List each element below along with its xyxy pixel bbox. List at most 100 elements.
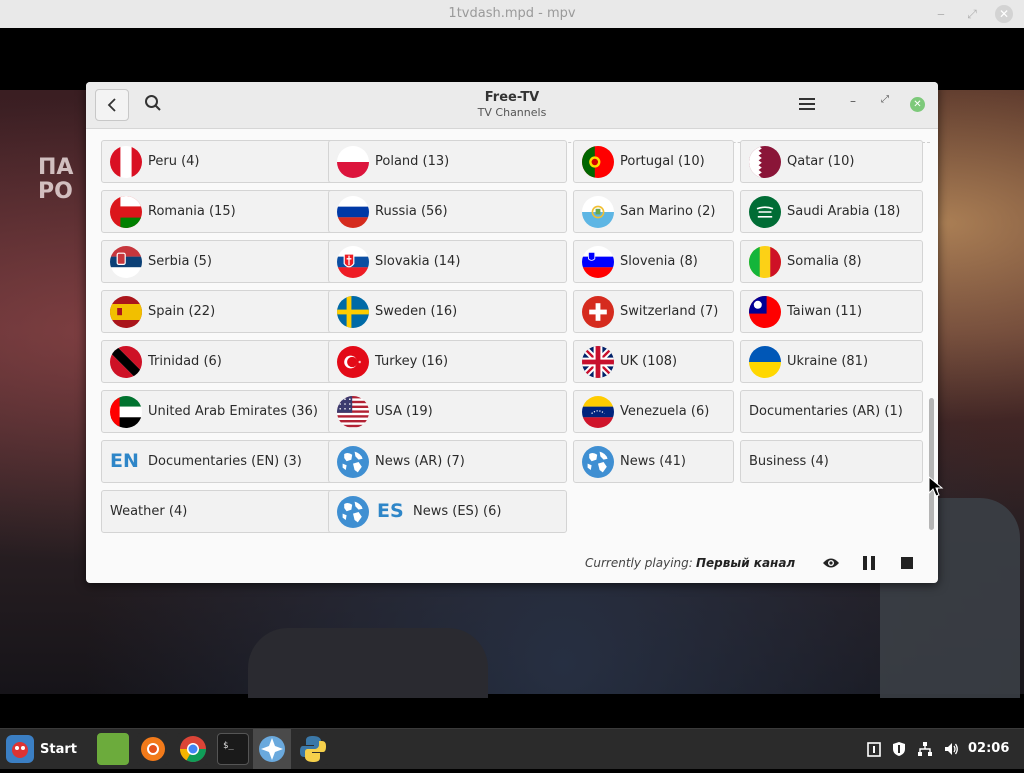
oman-flag-icon — [110, 196, 142, 228]
peru-flag-icon — [110, 146, 142, 178]
channel-card-portugal-10[interactable]: Portugal (10) — [573, 140, 734, 183]
channel-label: Poland (13) — [375, 154, 450, 169]
channel-label: Serbia (5) — [148, 254, 212, 269]
sweden-flag-icon — [337, 296, 369, 328]
channel-card-documentaries-ar-1[interactable]: Documentaries (AR) (1) — [740, 390, 923, 433]
channel-label: Saudi Arabia (18) — [787, 204, 901, 219]
channel-card-slovakia-14[interactable]: Slovakia (14) — [328, 240, 567, 283]
channel-card-poland-13[interactable]: Poland (13) — [328, 140, 567, 183]
video-overlay-line-2: РО — [38, 179, 73, 204]
mpv-window-title: 1tvdash.mpd - mpv — [448, 6, 576, 21]
pause-button[interactable] — [862, 555, 876, 570]
channel-label: Weather (4) — [110, 504, 188, 519]
show-video-button[interactable] — [822, 555, 840, 569]
chrome-icon[interactable] — [177, 733, 209, 765]
start-menu-icon — [6, 735, 34, 763]
channel-card-peru-4[interactable]: Peru (4) — [101, 140, 337, 183]
channel-card-business-4[interactable]: Business (4) — [740, 440, 923, 483]
turkey-flag-icon — [337, 346, 369, 378]
channel-card-romania-15[interactable]: Romania (15) — [101, 190, 337, 233]
video-overlay-line-1: ПА — [38, 155, 74, 180]
file-manager-icon[interactable] — [97, 733, 129, 765]
globe-icon — [582, 446, 614, 478]
player-footer: Currently playing: Первый канал — [86, 542, 938, 583]
serbia-flag-icon — [110, 246, 142, 278]
channel-card-news-ar-7[interactable]: News (AR) (7) — [328, 440, 567, 483]
san-marino-flag-icon — [582, 196, 614, 228]
channel-card-united-arab-emirates-36[interactable]: United Arab Emirates (36) — [101, 390, 337, 433]
channel-label: Somalia (8) — [787, 254, 862, 269]
mpv-icon[interactable] — [253, 729, 291, 769]
video-chair-shape — [248, 628, 488, 698]
clock: 02:06 — [968, 741, 1010, 756]
currently-playing-label: Currently playing: — [585, 556, 693, 570]
channel-card-slovenia-8[interactable]: Slovenia (8) — [573, 240, 734, 283]
terminal-icon[interactable]: $_ — [217, 733, 249, 765]
venezuela-flag-icon — [582, 396, 614, 428]
firefox-icon[interactable] — [137, 733, 169, 765]
channel-card-russia-56[interactable]: Russia (56) — [328, 190, 567, 233]
channel-label: News (41) — [620, 454, 686, 469]
channel-label: Russia (56) — [375, 204, 448, 219]
clipboard-icon[interactable] — [866, 741, 882, 757]
russia-flag-icon — [337, 196, 369, 228]
python-icon[interactable] — [297, 733, 329, 765]
channel-card-venezuela-6[interactable]: Venezuela (6) — [573, 390, 734, 433]
channel-card-somalia-8[interactable]: Somalia (8) — [740, 240, 923, 283]
channel-card-uk-108[interactable]: UK (108) — [573, 340, 734, 383]
globe-icon — [337, 496, 369, 528]
scrollbar-thumb[interactable] — [929, 398, 934, 530]
volume-icon[interactable] — [943, 741, 959, 757]
uk-flag-icon — [582, 346, 614, 378]
channel-card-usa-19[interactable]: USA (19) — [328, 390, 567, 433]
ukraine-flag-icon — [749, 346, 781, 378]
qatar-flag-icon — [749, 146, 781, 178]
channel-card-weather-4[interactable]: Weather (4) — [101, 490, 337, 533]
channel-label: Trinidad (6) — [148, 354, 222, 369]
mpv-close-button[interactable]: ✕ — [995, 5, 1013, 23]
channel-card-news-41[interactable]: News (41) — [573, 440, 734, 483]
channel-label: Peru (4) — [148, 154, 200, 169]
app-maximize-button[interactable]: ⤢ — [878, 94, 892, 112]
channel-card-spain-22[interactable]: Spain (22) — [101, 290, 337, 333]
video-overlay-text: ПА РО — [38, 156, 73, 204]
channel-card-documentaries-en-3[interactable]: EN Documentaries (EN) (3) — [101, 440, 337, 483]
pause-icon — [863, 556, 875, 570]
channel-label: Turkey (16) — [375, 354, 449, 369]
saudi-arabia-flag-icon — [749, 196, 781, 228]
mpv-maximize-button[interactable]: ⤢ — [964, 6, 980, 22]
portugal-flag-icon — [582, 146, 614, 178]
channel-card-sweden-16[interactable]: Sweden (16) — [328, 290, 567, 333]
channel-card-ukraine-81[interactable]: Ukraine (81) — [740, 340, 923, 383]
channel-label: UK (108) — [620, 354, 678, 369]
start-button[interactable]: Start — [4, 732, 80, 766]
channel-card-saudi-arabia-18[interactable]: Saudi Arabia (18) — [740, 190, 923, 233]
svg-text:$_: $_ — [223, 741, 234, 751]
mpv-minimize-button[interactable]: ‒ — [933, 6, 949, 22]
channel-card-trinidad-6[interactable]: Trinidad (6) — [101, 340, 337, 383]
channel-card-taiwan-11[interactable]: Taiwan (11) — [740, 290, 923, 333]
channel-card-switzerland-7[interactable]: Switzerland (7) — [573, 290, 734, 333]
channel-card-qatar-10[interactable]: Qatar (10) — [740, 140, 923, 183]
channel-card-serbia-5[interactable]: Serbia (5) — [101, 240, 337, 283]
app-minimize-button[interactable]: – — [846, 94, 860, 112]
hamburger-menu-button[interactable] — [799, 96, 817, 112]
mpv-titlebar: 1tvdash.mpd - mpv ‒ ⤢ ✕ — [0, 0, 1024, 29]
channel-card-news-es-6[interactable]: ES News (ES) (6) — [328, 490, 567, 533]
slovenia-flag-icon — [582, 246, 614, 278]
channel-label: Business (4) — [749, 454, 829, 469]
network-icon[interactable] — [917, 741, 933, 757]
channel-label: United Arab Emirates (36) — [148, 404, 318, 419]
mouse-cursor-icon — [928, 476, 944, 497]
channel-label: San Marino (2) — [620, 204, 716, 219]
channel-label: Slovakia (14) — [375, 254, 461, 269]
channel-card-san-marino-2[interactable]: San Marino (2) — [573, 190, 734, 233]
app-close-button[interactable]: ✕ — [910, 97, 925, 112]
channel-card-turkey-16[interactable]: Turkey (16) — [328, 340, 567, 383]
stop-button[interactable] — [901, 557, 913, 569]
trinidad-flag-icon — [110, 346, 142, 378]
shield-icon[interactable] — [891, 741, 907, 757]
channel-label: Ukraine (81) — [787, 354, 869, 369]
uae-flag-icon — [110, 396, 142, 428]
eye-icon — [823, 558, 839, 568]
